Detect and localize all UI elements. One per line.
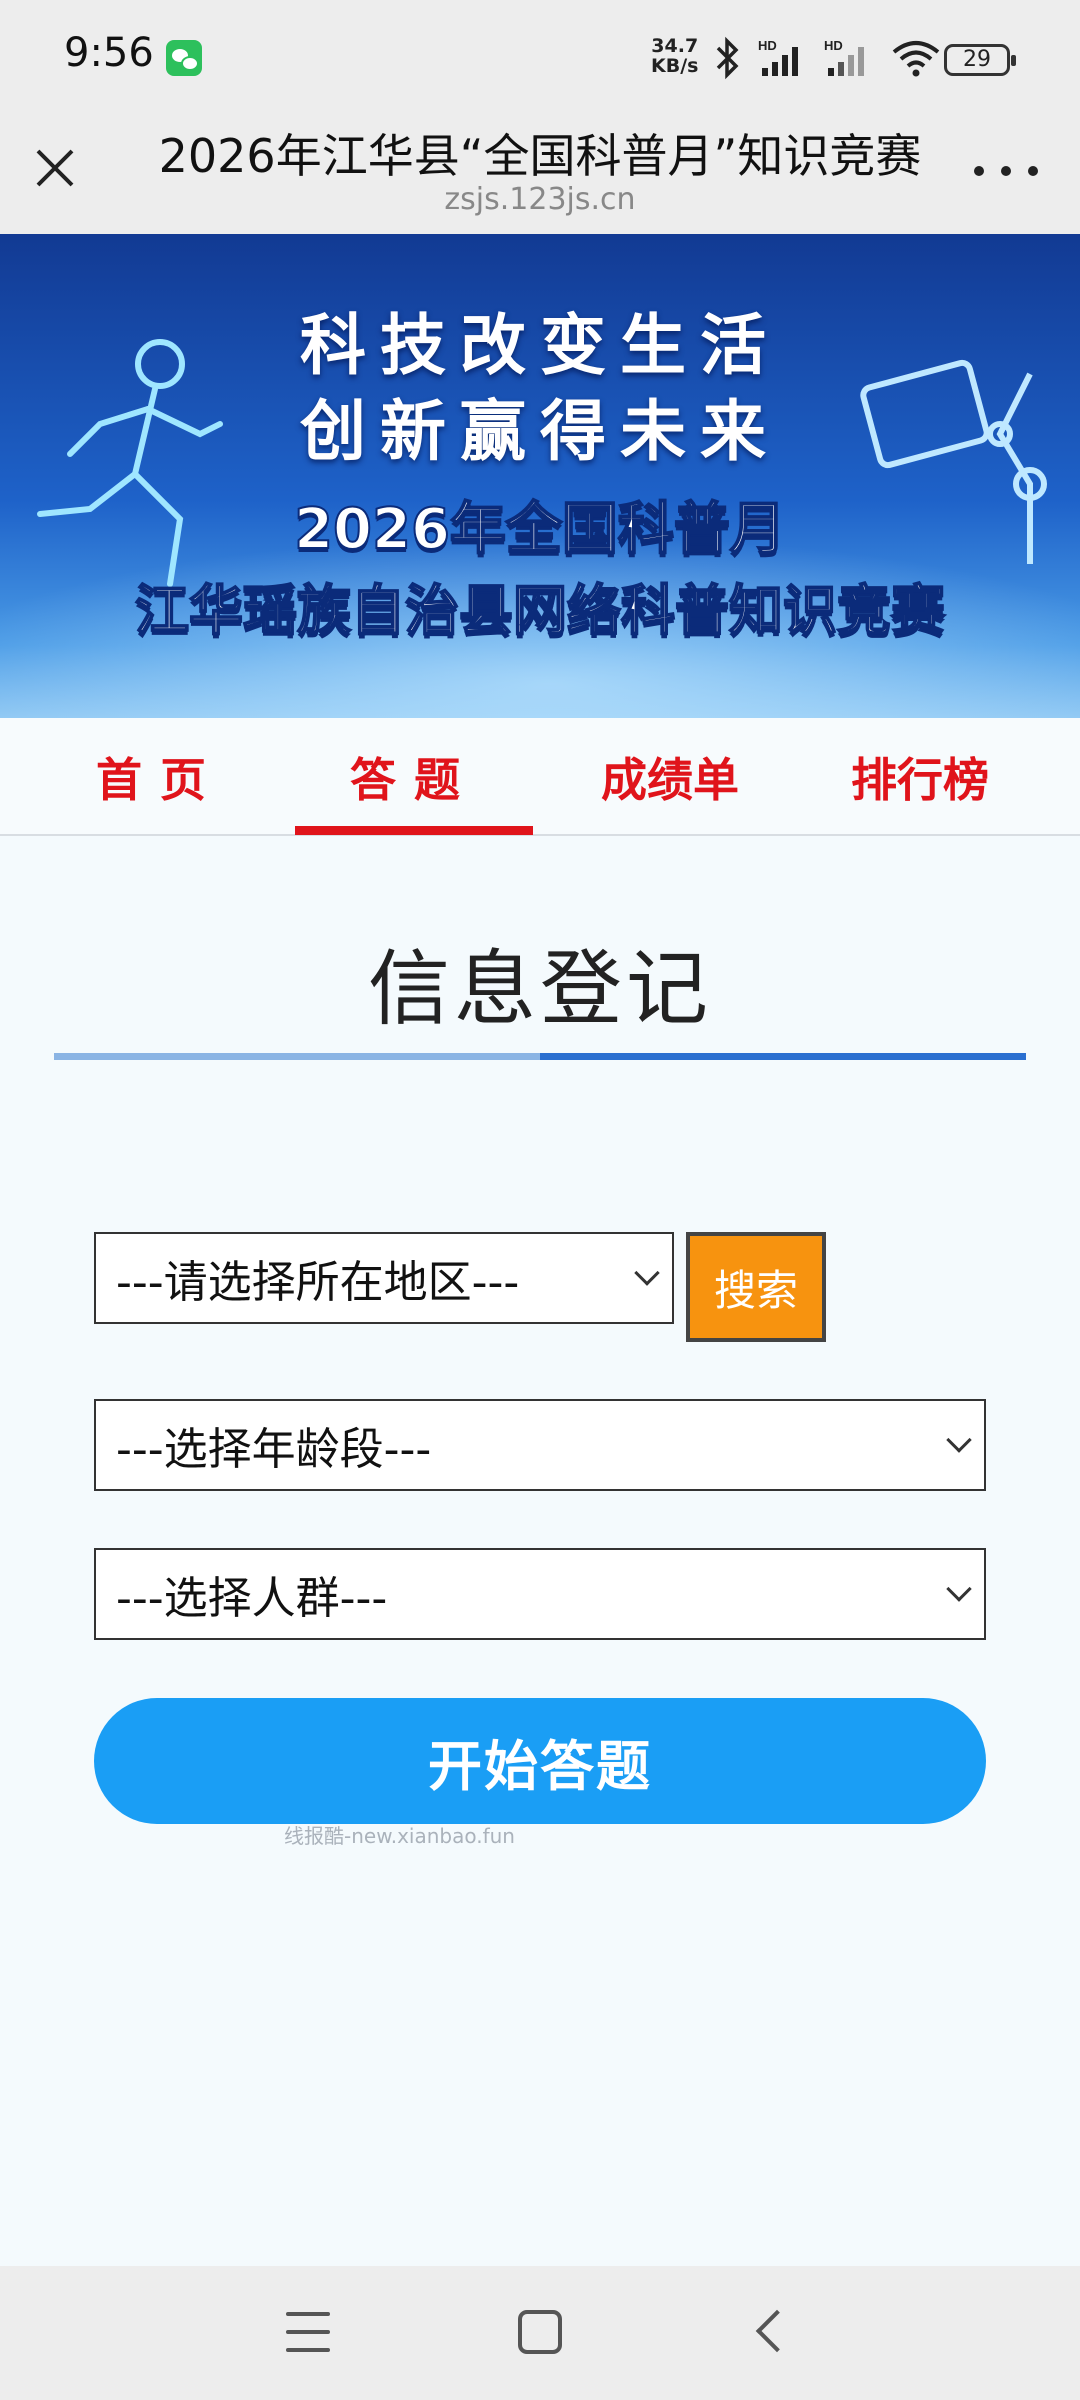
banner-slogan-1: 科技改变生活 xyxy=(300,306,780,384)
network-speed-value: 34.7 xyxy=(651,35,699,57)
age-group-select[interactable]: ---选择年龄段--- xyxy=(94,1399,986,1491)
nav-tabs: 首页 答题 成绩单 排行榜 xyxy=(0,718,1080,836)
age-group-select-value: ---选择年龄段--- xyxy=(116,1424,432,1475)
home-icon[interactable] xyxy=(518,2310,562,2354)
status-icons: HD HD xyxy=(712,36,942,80)
chevron-down-icon xyxy=(946,1576,972,1602)
page-url: zsjs.123js.cn xyxy=(444,182,636,217)
tab-answer[interactable]: 答题 xyxy=(295,718,533,836)
battery-icon: 29 xyxy=(944,44,1016,76)
crowd-select[interactable]: ---选择人群--- xyxy=(94,1548,986,1640)
back-icon[interactable] xyxy=(755,2309,799,2353)
chevron-down-icon xyxy=(634,1260,660,1286)
watermark-text: 线报酷-new.xianbao.fun xyxy=(284,1824,515,1848)
title-bar: 2026年江华县“全国科普月”知识竞赛 zsjs.123js.cn xyxy=(0,118,1080,234)
region-select[interactable]: ---请选择所在地区--- xyxy=(94,1232,674,1324)
more-dot xyxy=(974,166,984,176)
banner-event-title-1: 2026年全国科普月 xyxy=(293,496,787,563)
signal-hd-icon: HD xyxy=(758,38,798,76)
tab-ranking[interactable]: 排行榜 xyxy=(820,718,1020,836)
network-speed: 34.7 KB/s xyxy=(651,36,698,76)
phone-screen: 9:56 34.7 KB/s HD HD 29 2026年江华县“全国科普月”知… xyxy=(0,0,1080,2400)
tab-scores[interactable]: 成绩单 xyxy=(570,718,770,836)
status-time: 9:56 xyxy=(64,30,154,76)
wifi-icon xyxy=(892,41,940,77)
menu-icon[interactable] xyxy=(286,2312,330,2352)
title-divider-right xyxy=(540,1053,1026,1060)
system-nav-bar xyxy=(0,2266,1080,2400)
wechat-icon xyxy=(166,40,202,76)
menu-line xyxy=(286,2330,330,2334)
more-icon[interactable] xyxy=(974,156,1038,186)
signal-hd-icon: HD xyxy=(824,38,864,76)
svg-text:HD: HD xyxy=(758,38,777,53)
banner-event-title-2: 江华瑶族自治县网络科普知识竞赛 xyxy=(134,578,946,643)
search-button[interactable]: 搜索 xyxy=(686,1232,826,1342)
svg-text:HD: HD xyxy=(824,38,843,53)
region-select-value: ---请选择所在地区--- xyxy=(116,1257,520,1308)
banner-image: 科技改变生活 创新赢得未来 2026年全国科普月 江华瑶族自治县网络科普知识竞赛 xyxy=(0,234,1080,718)
menu-line xyxy=(286,2348,330,2352)
start-quiz-button[interactable]: 开始答题 xyxy=(94,1698,986,1824)
crowd-select-value: ---选择人群--- xyxy=(116,1573,388,1624)
page-title: 2026年江华县“全国科普月”知识竞赛 xyxy=(158,129,922,183)
chevron-down-icon xyxy=(946,1427,972,1453)
title-divider-left xyxy=(54,1053,540,1060)
status-bar: 9:56 34.7 KB/s HD HD 29 xyxy=(0,0,1080,118)
more-dot xyxy=(1028,166,1038,176)
tab-home[interactable]: 首页 xyxy=(60,718,260,836)
close-icon[interactable] xyxy=(30,143,80,193)
bluetooth-icon xyxy=(716,36,739,80)
menu-line xyxy=(286,2312,330,2316)
banner-slogan-2: 创新赢得未来 xyxy=(300,392,780,470)
network-speed-unit: KB/s xyxy=(651,55,699,77)
form-title: 信息登记 xyxy=(367,942,712,1037)
more-dot xyxy=(1001,166,1011,176)
active-tab-indicator xyxy=(295,826,533,835)
